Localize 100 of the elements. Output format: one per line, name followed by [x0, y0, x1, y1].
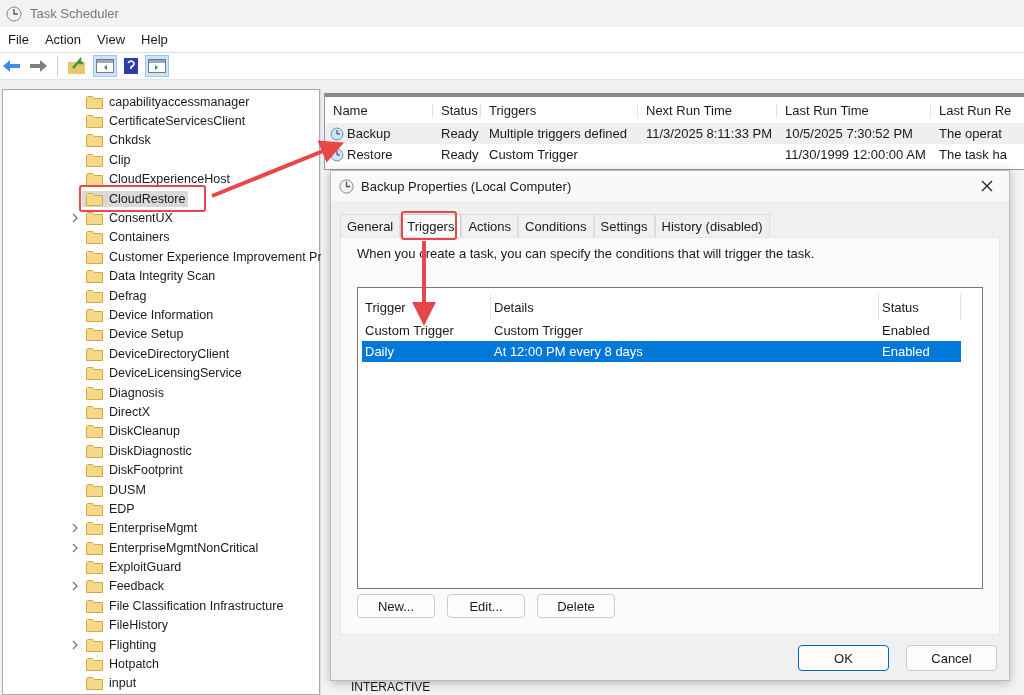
tree-label: Defrag	[109, 288, 147, 303]
window-title: Task Scheduler	[30, 6, 119, 21]
column-header[interactable]: Last Run Re	[931, 102, 1024, 118]
tree-label: Diagnosis	[109, 385, 164, 400]
dialog-button[interactable]: OK	[798, 645, 889, 671]
back-icon[interactable]	[2, 58, 22, 74]
tree-item[interactable]: Data Integrity Scan	[82, 268, 219, 285]
tree-item[interactable]: Defrag	[82, 287, 150, 304]
folder-icon	[86, 133, 103, 148]
folder-icon	[86, 560, 103, 575]
column-header[interactable]: Next Run Time	[638, 102, 777, 118]
folder-icon	[86, 327, 103, 342]
tree-item[interactable]: DiskDiagnostic	[82, 442, 195, 459]
tree-item[interactable]: Chkdsk	[82, 132, 154, 149]
table-cell: 11/3/2025 8:11:33 PM	[646, 126, 772, 141]
hide-pane-icon[interactable]	[93, 55, 117, 77]
tree-item[interactable]: input	[82, 675, 140, 692]
tree-item[interactable]: DUSM	[82, 481, 149, 498]
tree-item[interactable]: DiskCleanup	[82, 423, 183, 440]
menu-item[interactable]: View	[89, 32, 134, 47]
column-header[interactable]: Triggers	[481, 102, 638, 118]
tree-label: Hotpatch	[109, 657, 160, 671]
menu-item[interactable]: File	[0, 32, 37, 47]
folder-icon	[86, 94, 103, 109]
tree-label: CertificateServicesClient	[109, 114, 246, 129]
list-button[interactable]: Edit...	[447, 594, 525, 618]
show-pane-icon[interactable]	[145, 55, 169, 77]
column-header[interactable]: Trigger	[362, 294, 491, 320]
help-icon[interactable]	[123, 57, 139, 75]
tree-item[interactable]: Diagnosis	[82, 384, 167, 401]
tree-item[interactable]: DiskFootprint	[82, 462, 186, 479]
chevron-icon[interactable]	[72, 639, 79, 650]
column-header[interactable]: Last Run Time	[777, 102, 931, 118]
table-cell: Restore	[347, 147, 393, 162]
chevron-icon[interactable]	[72, 542, 79, 553]
tree-label: EDP	[109, 501, 135, 516]
tab[interactable]: History (disabled)	[654, 214, 770, 237]
tab[interactable]: Conditions	[518, 214, 594, 237]
table-cell: The operat	[939, 126, 1002, 141]
close-icon[interactable]	[981, 180, 993, 192]
tree-item[interactable]: DirectX	[82, 403, 153, 420]
tree-item[interactable]: FileHistory	[82, 617, 172, 634]
trigger-row[interactable]: Daily At 12:00 PM every 8 days Enabled	[362, 341, 961, 362]
folder-icon	[86, 191, 103, 206]
task-row[interactable]: Restore Ready Custom Trigger 11/30/1999 12:00:00 AM The task ha	[325, 144, 1024, 165]
list-button[interactable]: Delete	[537, 594, 615, 618]
tree-label: CloudRestore	[109, 191, 186, 206]
forward-icon[interactable]	[28, 58, 48, 74]
tree-item[interactable]: Customer Experience Improvement Pr	[82, 248, 325, 265]
tree-label: Containers	[109, 230, 170, 245]
chevron-icon[interactable]	[72, 523, 79, 534]
tab[interactable]: Settings	[593, 214, 655, 237]
chevron-icon[interactable]	[72, 581, 79, 592]
chevron-icon[interactable]	[72, 213, 79, 224]
tree-item[interactable]: CertificateServicesClient	[82, 113, 249, 130]
clock-icon	[339, 178, 354, 194]
column-header[interactable]: Details	[491, 294, 879, 320]
folder-icon	[86, 540, 103, 555]
tab[interactable]: General	[340, 214, 401, 237]
tree-item[interactable]: EnterpriseMgmtNonCritical	[82, 539, 262, 556]
folder-icon	[86, 657, 103, 671]
tree-item[interactable]: ExploitGuard	[82, 559, 185, 576]
list-button[interactable]: New...	[357, 594, 435, 618]
column-header[interactable]: Status	[433, 102, 481, 118]
tab[interactable]: Actions	[461, 214, 519, 237]
table-cell: Custom Trigger	[489, 147, 578, 162]
tree-item[interactable]: File Classification Infrastructure	[82, 597, 287, 614]
folder-icon	[86, 501, 103, 516]
tree-item[interactable]: EDP	[82, 500, 138, 517]
tree-item[interactable]: Hotpatch	[82, 656, 163, 672]
tree-item[interactable]: CloudRestore	[82, 190, 189, 207]
tree-item[interactable]: capabilityaccessmanager	[82, 93, 253, 110]
folder-icon	[86, 269, 103, 284]
tree-item[interactable]: ConsentUX	[82, 210, 176, 227]
column-header[interactable]: Status	[879, 294, 961, 320]
tree-label: DiskDiagnostic	[109, 443, 192, 458]
tree-item[interactable]: Clip	[82, 151, 134, 168]
tree-label: Device Setup	[109, 327, 184, 342]
table-cell: 10/5/2025 7:30:52 PM	[785, 126, 913, 141]
tree-item[interactable]: Feedback	[82, 578, 167, 595]
table-cell: 11/30/1999 12:00:00 AM	[785, 147, 926, 162]
trigger-row[interactable]: Custom Trigger Custom Trigger Enabled	[362, 320, 961, 341]
tree-item[interactable]: Device Information	[82, 307, 217, 323]
dialog-button[interactable]: Cancel	[906, 645, 997, 671]
tree-item[interactable]: Device Setup	[82, 326, 187, 343]
menu-item[interactable]: Action	[36, 32, 90, 47]
tab[interactable]: Triggers	[400, 214, 462, 237]
tree-item[interactable]: Containers	[82, 229, 173, 246]
folder-up-icon[interactable]	[67, 57, 87, 75]
tree-item[interactable]: EnterpriseMgmt	[82, 520, 201, 537]
folder-icon	[86, 618, 103, 633]
tree-item[interactable]: CloudExperienceHost	[82, 171, 233, 188]
tree-item[interactable]: DeviceDirectoryClient	[82, 345, 233, 362]
column-header[interactable]: Name	[325, 102, 433, 118]
tree-item[interactable]: Flighting	[82, 636, 160, 653]
menu-item[interactable]: Help	[133, 32, 176, 47]
tree-label: Data Integrity Scan	[109, 269, 216, 284]
tree-item[interactable]: DeviceLicensingService	[82, 365, 245, 382]
folder-icon	[86, 346, 103, 361]
task-row[interactable]: Backup Ready Multiple triggers defined 11/3/2025 8:11:33 PM 10/5/2025 7:30:52 PM The operat	[325, 123, 1024, 144]
